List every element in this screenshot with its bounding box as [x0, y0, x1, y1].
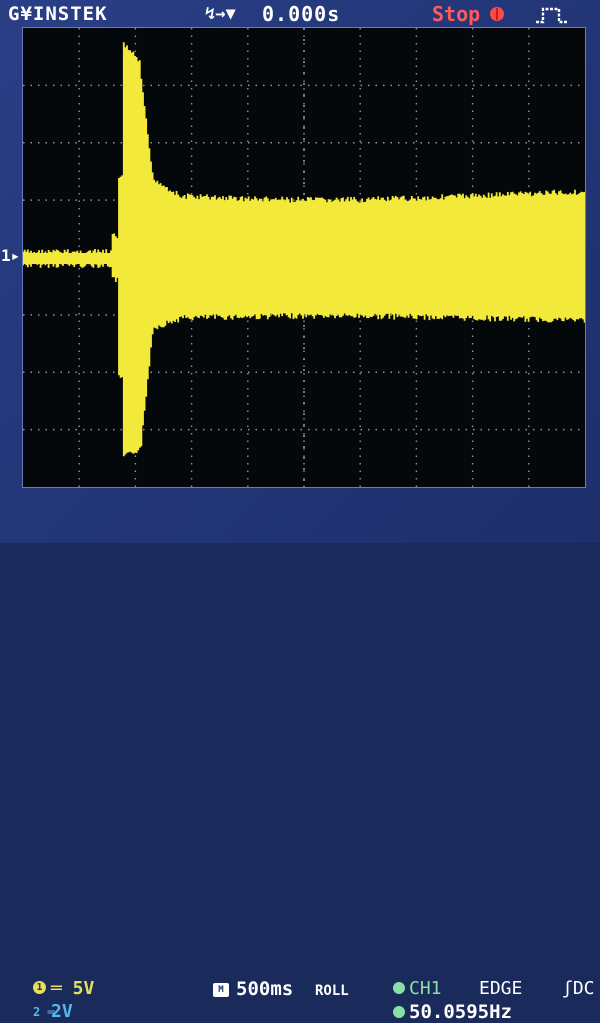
- trigger-coupling: ʃDC: [562, 978, 595, 999]
- frequency-icon: [393, 1006, 405, 1018]
- status-bar: G¥INSTEK ↯→▼ 0.000s Stop: [0, 0, 600, 28]
- trigger-type: EDGE: [479, 978, 523, 999]
- ch1-ground-marker: 1▸: [1, 246, 21, 265]
- waveform-plot: [22, 28, 586, 487]
- pulse-waveform-icon: [536, 7, 568, 24]
- timebase-value: 500ms: [236, 978, 294, 1000]
- waveform-screen: [22, 27, 586, 488]
- run-state: Stop: [432, 2, 481, 26]
- ch1-baseline-trace: [23, 253, 118, 264]
- horizontal-position: 0.000s: [262, 2, 341, 26]
- trigger-edge-icon: ↯→▼: [205, 4, 236, 24]
- acquire-mode: ROLL: [315, 983, 349, 999]
- stop-icon: [490, 7, 504, 21]
- ch2-scale: 2V: [51, 1001, 73, 1022]
- trigger-source-icon: [393, 982, 405, 994]
- ch1-scale: ═ 5V: [51, 978, 95, 999]
- brand-logo: G¥INSTEK: [8, 3, 108, 25]
- frequency-readout: 50.0595Hz: [409, 1001, 512, 1023]
- timebase-icon: M: [213, 983, 229, 997]
- info-bar: 1 ═ 5V 2 ═ 2V M 500ms ROLL CH1 EDGE ʃDC …: [0, 488, 600, 1023]
- trigger-source: CH1: [409, 978, 442, 999]
- ch1-badge: 1: [33, 981, 46, 994]
